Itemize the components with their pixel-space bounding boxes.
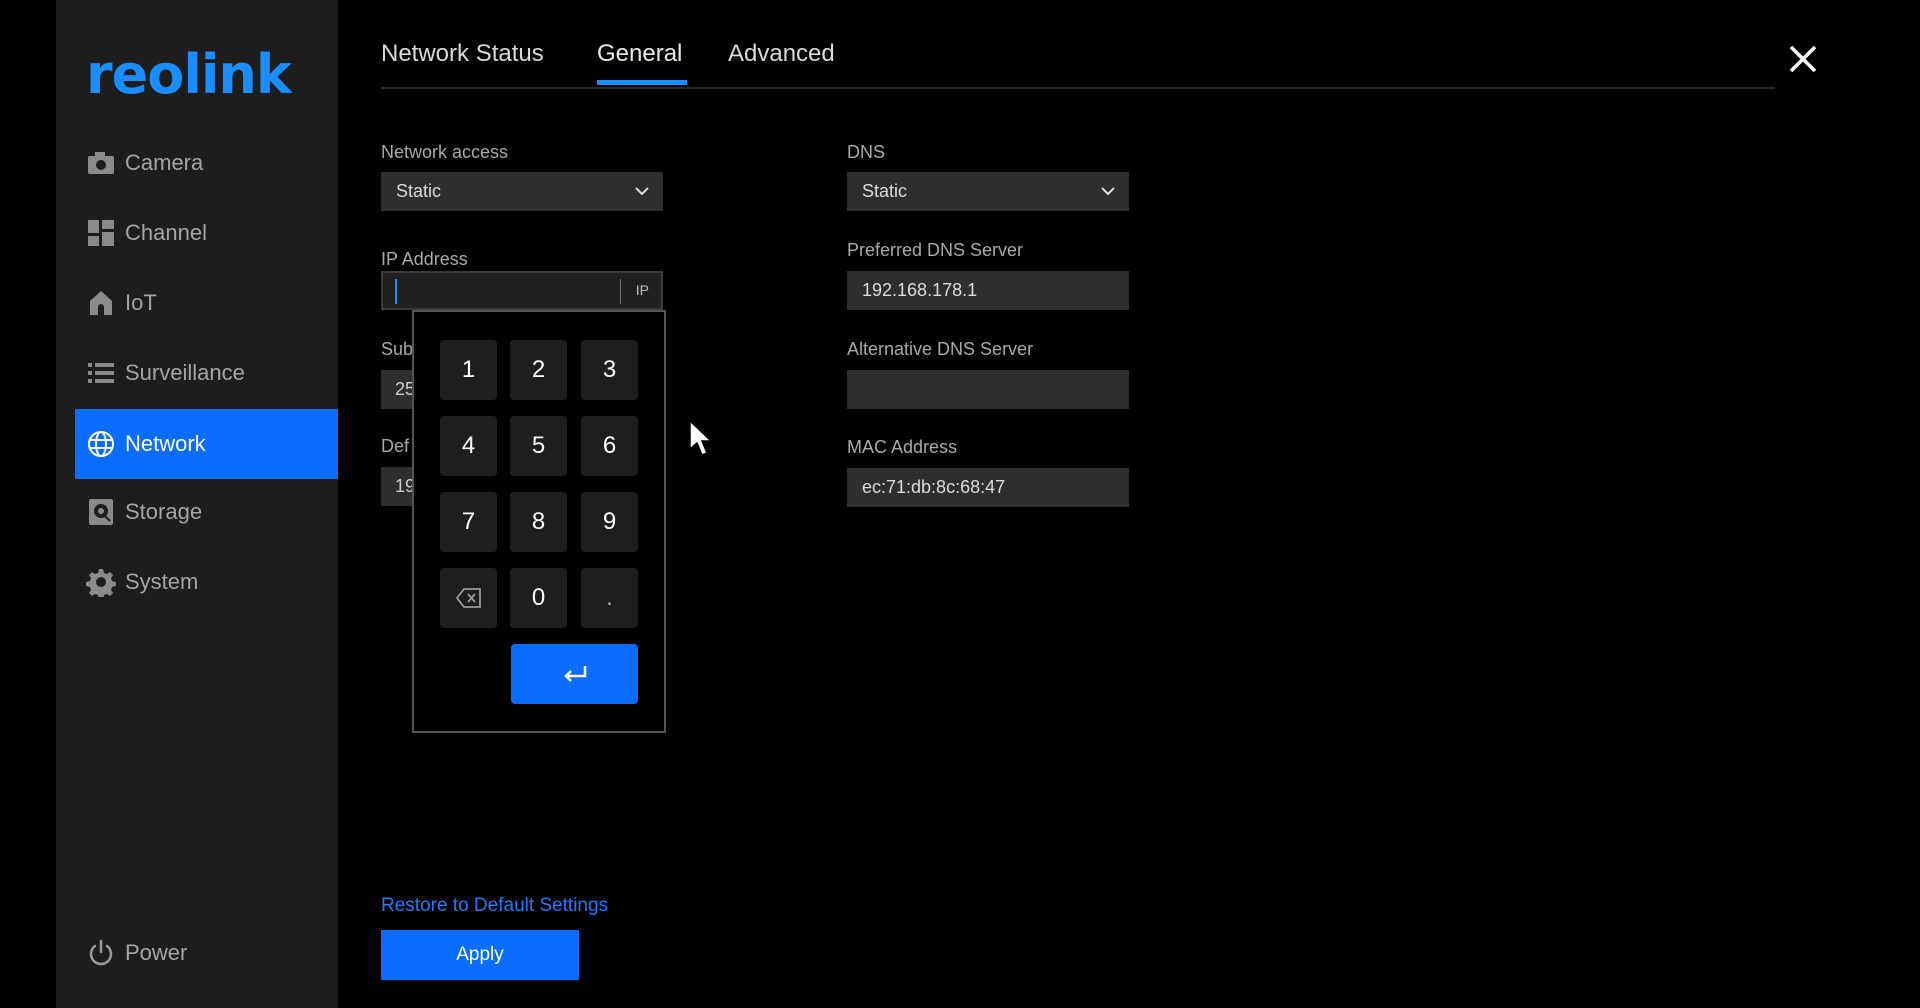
grid-icon	[85, 217, 117, 249]
power-icon	[85, 937, 117, 969]
ip-tag: IP	[635, 282, 649, 298]
power-button[interactable]: Power	[75, 918, 338, 988]
default-gateway-value: 19	[395, 476, 412, 496]
key-5[interactable]: 5	[510, 416, 567, 476]
dns-label: DNS	[847, 142, 886, 162]
key-dot[interactable]: .	[581, 568, 638, 628]
network-access-value: Static	[396, 181, 442, 201]
sidebar-item-surveillance[interactable]: Surveillance	[75, 338, 338, 408]
sidebar: reolink Camera Channel IoT Surveillance …	[56, 0, 338, 1008]
mac-address-field: ec:71:db:8c:68:47	[847, 468, 1129, 507]
enter-icon	[563, 666, 586, 682]
sidebar-item-system[interactable]: System	[75, 547, 338, 617]
subnet-mask-input[interactable]: 25	[381, 370, 412, 409]
default-gateway-input[interactable]: 19	[381, 467, 412, 506]
globe-icon	[85, 428, 117, 460]
sidebar-item-iot[interactable]: IoT	[75, 268, 338, 338]
network-access-label: Network access	[381, 142, 509, 162]
ip-separator	[620, 279, 621, 304]
sidebar-item-camera[interactable]: Camera	[75, 128, 338, 198]
key-3[interactable]: 3	[581, 340, 638, 400]
mouse-cursor-icon	[689, 419, 713, 456]
close-icon[interactable]	[1786, 42, 1820, 76]
sidebar-item-channel[interactable]: Channel	[75, 198, 338, 268]
key-1[interactable]: 1	[440, 340, 497, 400]
restore-defaults-link[interactable]: Restore to Default Settings	[381, 895, 608, 917]
sidebar-item-storage[interactable]: Storage	[75, 477, 338, 547]
dns-select[interactable]: Static	[847, 172, 1129, 211]
mac-address-value: ec:71:db:8c:68:47	[862, 477, 1006, 497]
preferred-dns-value: 192.168.178.1	[862, 280, 978, 300]
sidebar-item-label: Storage	[125, 499, 203, 524]
storage-icon	[85, 496, 117, 528]
key-backspace[interactable]	[440, 568, 497, 628]
sidebar-item-label: Camera	[125, 150, 204, 175]
key-4[interactable]: 4	[440, 416, 497, 476]
mac-address-label: MAC Address	[847, 437, 958, 457]
chevron-down-icon	[635, 187, 649, 196]
active-tab-indicator	[597, 80, 687, 85]
alternative-dns-label: Alternative DNS Server	[847, 339, 1034, 359]
sidebar-item-label: Surveillance	[125, 360, 245, 385]
power-label: Power	[125, 940, 188, 965]
key-9[interactable]: 9	[581, 492, 638, 552]
key-7[interactable]: 7	[440, 492, 497, 552]
network-access-select[interactable]: Static	[381, 172, 663, 211]
text-caret	[395, 279, 397, 304]
key-6[interactable]: 6	[581, 416, 638, 476]
key-8[interactable]: 8	[510, 492, 567, 552]
tab-network-status[interactable]: Network Status	[381, 40, 544, 68]
numeric-keypad: 1 2 3 4 5 6 7 8 9 0 .	[412, 310, 666, 733]
dns-value: Static	[862, 181, 908, 201]
tab-general[interactable]: General	[597, 40, 682, 68]
reolink-logo: reolink	[86, 43, 292, 106]
gear-icon	[85, 566, 117, 598]
tab-divider	[381, 87, 1775, 89]
ip-address-input[interactable]: IP	[381, 271, 663, 310]
tab-advanced[interactable]: Advanced	[728, 40, 835, 68]
key-2[interactable]: 2	[510, 340, 567, 400]
list-icon	[85, 357, 117, 389]
subnet-mask-value: 25	[395, 379, 412, 399]
sidebar-item-label: Channel	[125, 220, 207, 245]
default-gateway-label: Def	[381, 436, 410, 456]
camera-icon	[85, 147, 117, 179]
sidebar-item-network[interactable]: Network	[75, 409, 338, 479]
key-enter[interactable]	[511, 644, 638, 704]
preferred-dns-label: Preferred DNS Server	[847, 240, 1024, 260]
ip-address-label: IP Address	[381, 249, 468, 269]
alternative-dns-input[interactable]	[847, 370, 1129, 409]
sidebar-item-label: System	[125, 569, 199, 594]
subnet-mask-label: Sub	[381, 339, 414, 359]
key-0[interactable]: 0	[510, 568, 567, 628]
backspace-icon	[455, 588, 481, 608]
home-icon	[85, 287, 117, 319]
chevron-down-icon	[1101, 187, 1115, 196]
sidebar-item-label: IoT	[125, 290, 157, 315]
apply-button[interactable]: Apply	[381, 930, 579, 980]
preferred-dns-input[interactable]: 192.168.178.1	[847, 271, 1129, 310]
sidebar-item-label: Network	[125, 431, 206, 456]
